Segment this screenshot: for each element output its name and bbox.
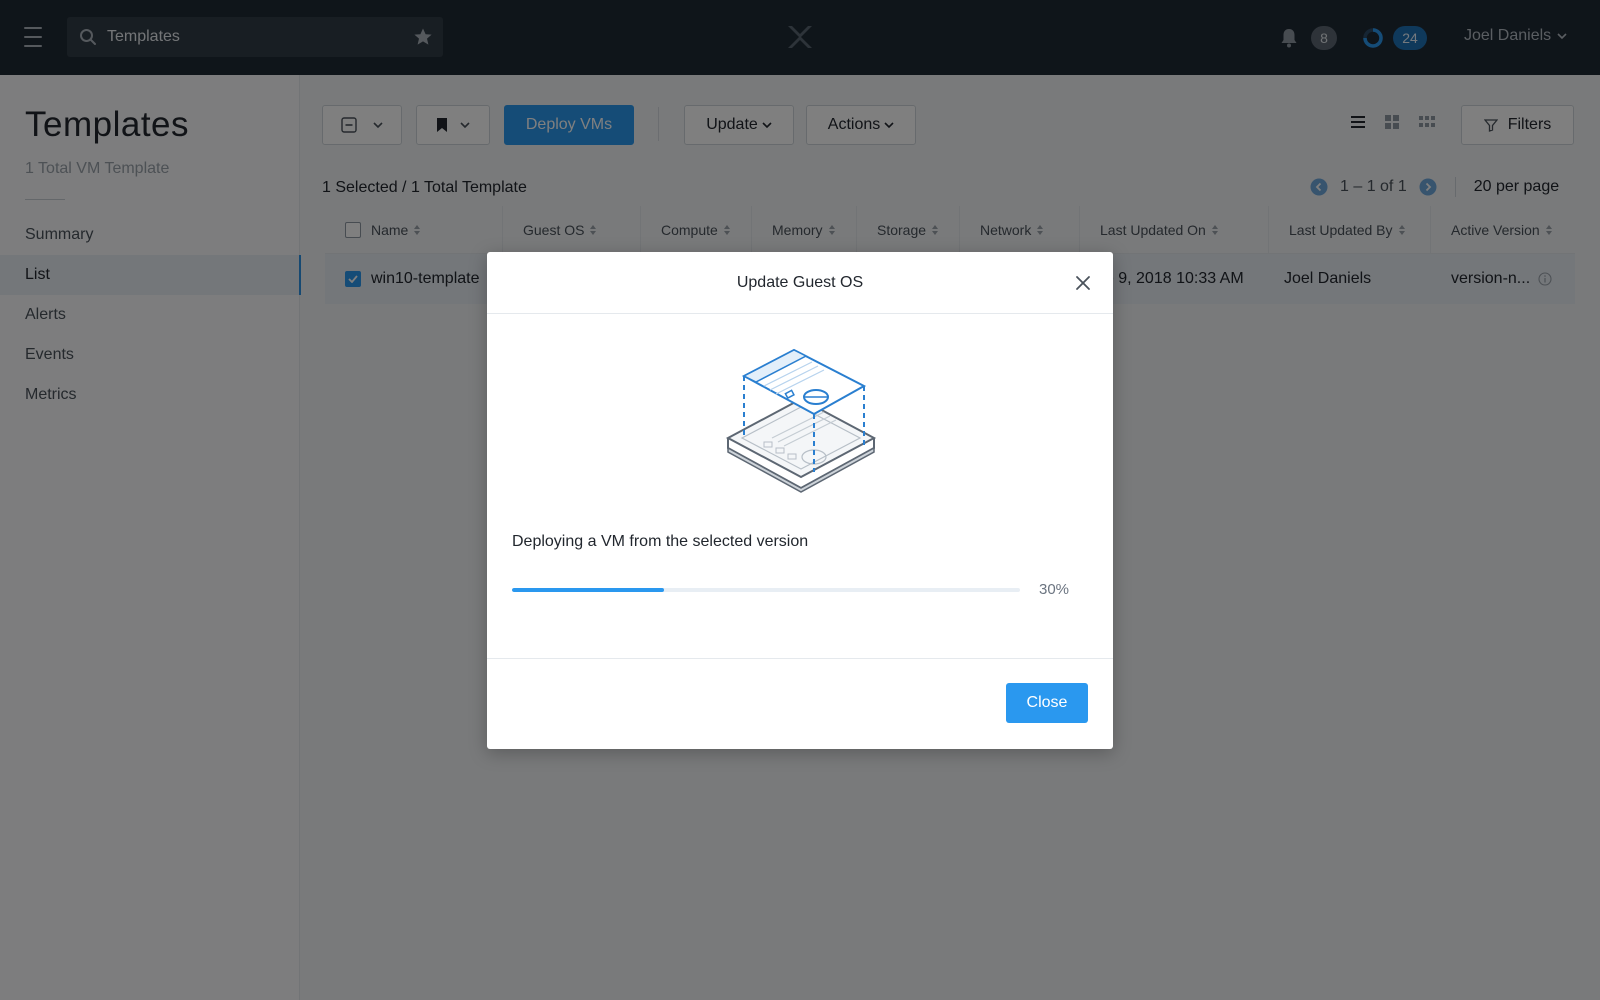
progress-percent: 30% [1039, 581, 1070, 598]
dialog-footer: Close [487, 658, 1113, 749]
progress-bar [512, 588, 1020, 592]
dialog-title: Update Guest OS [736, 273, 864, 291]
close-button[interactable]: Close [1006, 683, 1088, 723]
update-guest-os-dialog: Update Guest OS Deploying a VM from the … [487, 252, 1113, 749]
deploy-illustration-icon [725, 348, 877, 493]
progress-bar-fill [512, 588, 665, 592]
progress-message: Deploying a VM from the selected version [512, 533, 809, 550]
close-icon[interactable] [1075, 275, 1091, 291]
dialog-header: Update Guest OS [487, 252, 1113, 314]
